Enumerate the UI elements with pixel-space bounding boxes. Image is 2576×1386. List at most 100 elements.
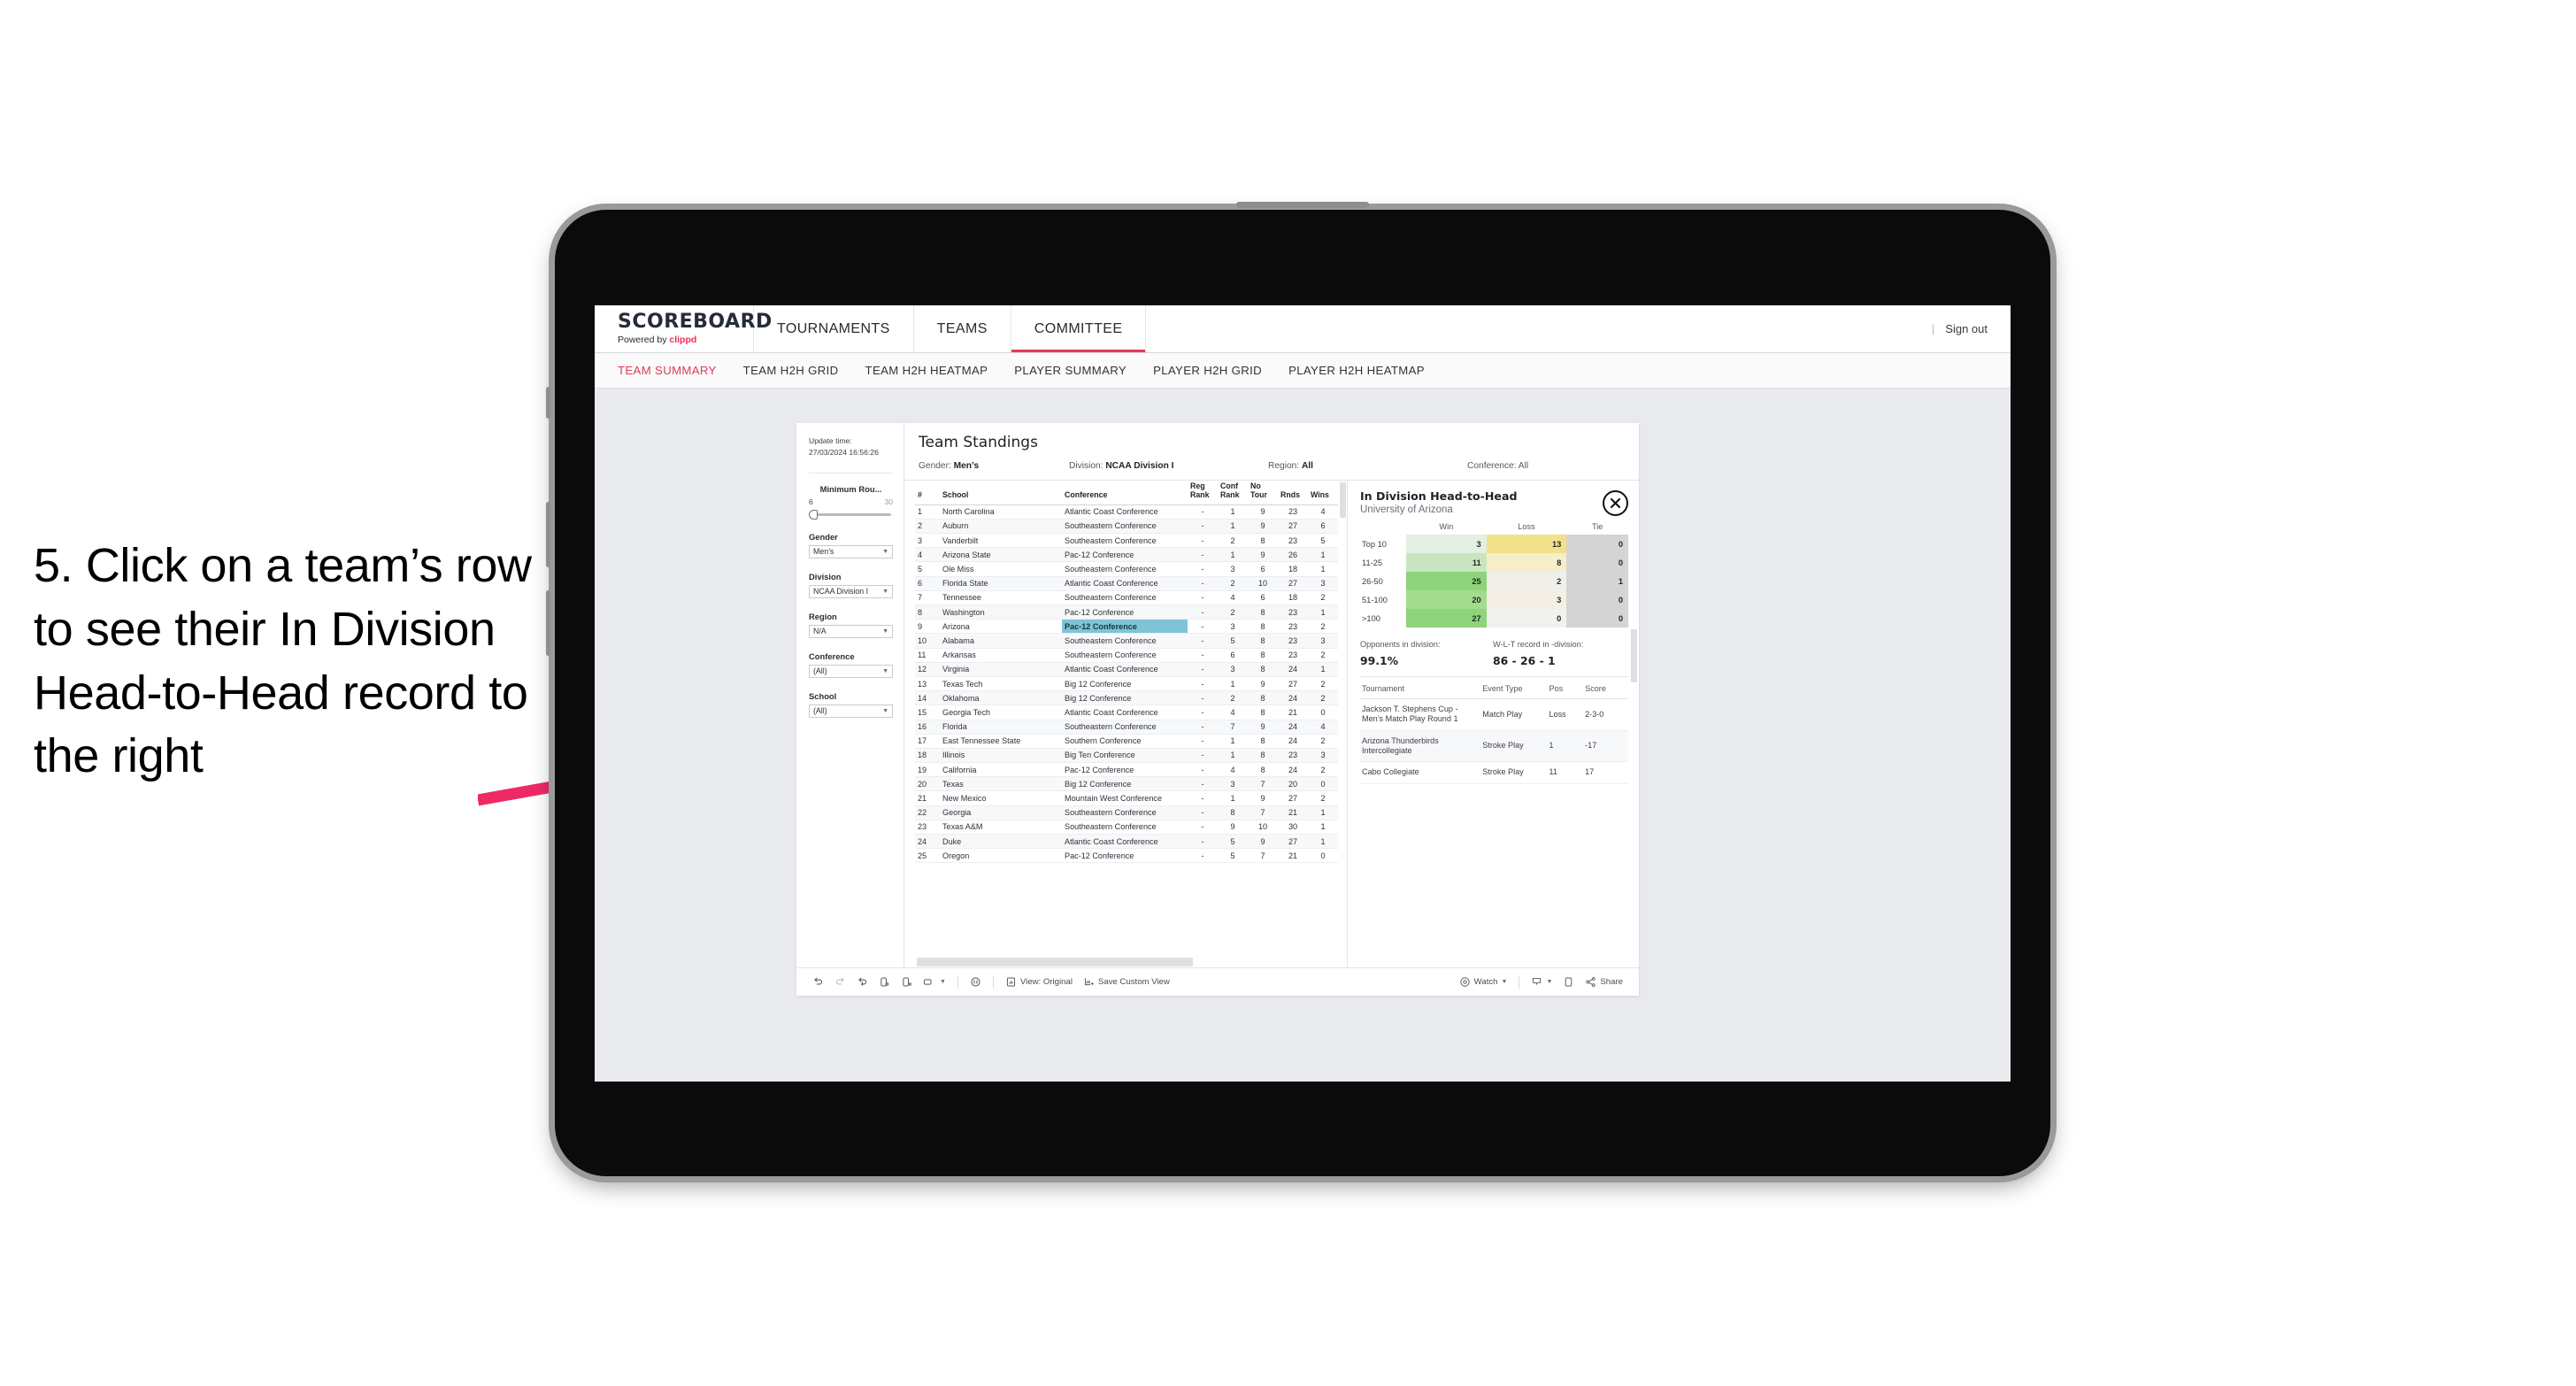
- table-cell[interactable]: 0: [1308, 776, 1338, 792]
- table-cell[interactable]: Vanderbilt: [940, 533, 1062, 549]
- h2h-cell-loss[interactable]: 13: [1486, 535, 1567, 553]
- table-cell[interactable]: 7: [1248, 805, 1278, 820]
- table-cell[interactable]: 9: [1218, 820, 1248, 835]
- h2h-cell-tie[interactable]: 0: [1566, 535, 1628, 553]
- table-cell[interactable]: 1: [1308, 662, 1338, 677]
- table-cell[interactable]: Tennessee: [940, 590, 1062, 606]
- table-cell[interactable]: 7: [1248, 776, 1278, 792]
- table-cell[interactable]: 6: [1218, 648, 1248, 663]
- close-icon[interactable]: [1603, 490, 1628, 516]
- table-cell[interactable]: 21: [1278, 805, 1308, 820]
- table-cell[interactable]: -: [1188, 633, 1218, 649]
- vertical-scrollbar-thumb[interactable]: [1340, 482, 1346, 518]
- h2h-cell-win[interactable]: 25: [1406, 572, 1487, 590]
- h2h-cell-loss[interactable]: 0: [1486, 609, 1567, 628]
- vertical-scrollbar[interactable]: [1338, 481, 1347, 967]
- table-cell[interactable]: 27: [1278, 834, 1308, 850]
- table-cell[interactable]: Virginia: [940, 662, 1062, 677]
- minimum-rounds-slider[interactable]: [809, 509, 893, 520]
- table-cell[interactable]: 1: [1308, 834, 1338, 850]
- table-cell[interactable]: Auburn: [940, 519, 1062, 535]
- tournament-row[interactable]: Arizona Thunderbirds Intercollegiate Stro…: [1360, 730, 1628, 763]
- table-cell[interactable]: 24: [1278, 734, 1308, 749]
- table-cell[interactable]: Big 12 Conference: [1062, 676, 1188, 692]
- table-cell[interactable]: 24: [915, 834, 940, 850]
- table-cell[interactable]: 1: [1218, 504, 1248, 520]
- table-cell[interactable]: -: [1188, 776, 1218, 792]
- table-cell[interactable]: -: [1188, 547, 1218, 563]
- table-cell[interactable]: 8: [1248, 619, 1278, 635]
- table-row[interactable]: 15 Georgia Tech Atlantic Coast Conference -…: [915, 705, 1338, 720]
- table-cell[interactable]: 3: [915, 533, 940, 549]
- table-cell[interactable]: 23: [1278, 648, 1308, 663]
- download-button[interactable]: ▼: [1526, 973, 1557, 992]
- table-cell[interactable]: 8: [1248, 748, 1278, 764]
- table-cell[interactable]: 27: [1278, 576, 1308, 591]
- table-cell[interactable]: 9: [1248, 676, 1278, 692]
- table-cell[interactable]: -: [1188, 662, 1218, 677]
- table-cell[interactable]: Illinois: [940, 748, 1062, 764]
- table-cell[interactable]: 23: [1278, 604, 1308, 620]
- table-row[interactable]: 22 Georgia Southeastern Conference -8 7 21 1: [915, 805, 1338, 820]
- table-row[interactable]: 18 Illinois Big Ten Conference -1 8 23 3: [915, 748, 1338, 764]
- h2h-cell-loss[interactable]: 8: [1486, 553, 1567, 572]
- table-cell[interactable]: Atlantic Coast Conference: [1062, 834, 1188, 850]
- table-cell[interactable]: -: [1188, 676, 1218, 692]
- table-cell[interactable]: 3: [1308, 576, 1338, 591]
- table-cell[interactable]: Oklahoma: [940, 690, 1062, 706]
- standings-scroll-area[interactable]: # School Conference Reg Rank Conf Rank N…: [915, 481, 1338, 953]
- table-cell[interactable]: 2: [1218, 576, 1248, 591]
- table-cell[interactable]: 10: [1248, 576, 1278, 591]
- h2h-cell-loss[interactable]: 2: [1486, 572, 1567, 590]
- table-cell[interactable]: 2: [1218, 604, 1248, 620]
- table-row[interactable]: 3 Vanderbilt Southeastern Conference -2 8 23 5: [915, 533, 1338, 549]
- table-cell[interactable]: -: [1188, 805, 1218, 820]
- table-cell[interactable]: Southeastern Conference: [1062, 519, 1188, 535]
- table-cell[interactable]: 27: [1278, 790, 1308, 806]
- table-cell[interactable]: 23: [1278, 533, 1308, 549]
- table-cell[interactable]: 4: [1218, 705, 1248, 720]
- table-cell[interactable]: 23: [1278, 748, 1308, 764]
- table-cell[interactable]: 26: [1278, 547, 1308, 563]
- table-cell[interactable]: -: [1188, 820, 1218, 835]
- table-cell[interactable]: 12: [915, 662, 940, 677]
- save-custom-view-button[interactable]: Save Custom View: [1078, 973, 1175, 992]
- table-cell[interactable]: 16: [915, 720, 940, 735]
- tab-player-h2h-heatmap[interactable]: PLAYER H2H HEATMAP: [1288, 364, 1425, 377]
- table-cell[interactable]: 2: [1218, 533, 1248, 549]
- table-cell[interactable]: 3: [1218, 776, 1248, 792]
- table-cell[interactable]: 24: [1278, 690, 1308, 706]
- table-cell[interactable]: Big Ten Conference: [1062, 748, 1188, 764]
- detail-scrollbar-thumb[interactable]: [1631, 629, 1637, 682]
- table-cell[interactable]: 3: [1308, 748, 1338, 764]
- table-cell[interactable]: -: [1188, 705, 1218, 720]
- table-cell[interactable]: Southeastern Conference: [1062, 561, 1188, 577]
- table-cell[interactable]: -: [1188, 690, 1218, 706]
- table-row[interactable]: 11 Arkansas Southeastern Conference -6 8 23 2: [915, 648, 1338, 663]
- table-cell[interactable]: -: [1188, 848, 1218, 864]
- table-cell[interactable]: Southeastern Conference: [1062, 720, 1188, 735]
- table-cell[interactable]: 27: [1278, 519, 1308, 535]
- table-cell[interactable]: 1: [1218, 734, 1248, 749]
- table-cell[interactable]: 14: [915, 690, 940, 706]
- col-event-type[interactable]: Event Type: [1480, 679, 1548, 699]
- table-row[interactable]: 5 Ole Miss Southeastern Conference -3 6 18 1: [915, 561, 1338, 577]
- fullscreen-button[interactable]: [1557, 973, 1580, 992]
- col-wins[interactable]: Wins: [1308, 481, 1338, 505]
- table-cell[interactable]: Southeastern Conference: [1062, 633, 1188, 649]
- table-cell[interactable]: -: [1188, 590, 1218, 606]
- h2h-cell-win[interactable]: 20: [1406, 590, 1487, 609]
- sign-out-link[interactable]: Sign out: [1945, 322, 1988, 335]
- table-cell[interactable]: 21: [915, 790, 940, 806]
- h2h-cell-win[interactable]: 27: [1406, 609, 1487, 628]
- table-cell[interactable]: -: [1188, 762, 1218, 778]
- table-cell[interactable]: 21: [1278, 848, 1308, 864]
- table-cell[interactable]: Big 12 Conference: [1062, 690, 1188, 706]
- tournament-row[interactable]: Jackson T. Stephens Cup - Men’s Match Pl…: [1360, 698, 1628, 731]
- filter-school-select[interactable]: (All) ▼: [809, 704, 893, 718]
- table-cell[interactable]: 25: [915, 848, 940, 864]
- table-cell[interactable]: Southeastern Conference: [1062, 805, 1188, 820]
- table-cell[interactable]: Southeastern Conference: [1062, 590, 1188, 606]
- table-row[interactable]: 21 New Mexico Mountain West Conference -1 9 2…: [915, 790, 1338, 806]
- filter-division-select[interactable]: NCAA Division I ▼: [809, 584, 893, 598]
